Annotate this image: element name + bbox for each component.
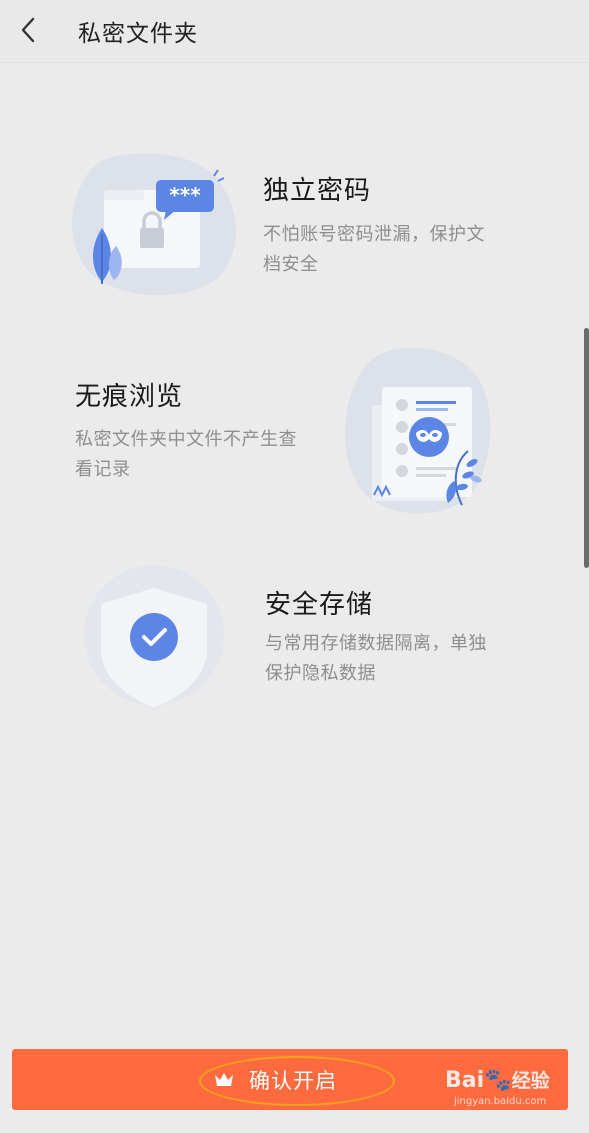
back-button[interactable] — [8, 10, 48, 50]
feature-title: 安全存储 — [265, 590, 374, 620]
page-title: 私密文件夹 — [78, 21, 198, 47]
watermark-brand-2: 经验 — [511, 1070, 550, 1092]
feature-title: 无痕浏览 — [75, 382, 184, 412]
app-header: 私密文件夹 — [0, 0, 589, 63]
baidu-watermark: Bai🐾经验 — [445, 1066, 550, 1093]
folder-lock-illustration: *** — [72, 153, 237, 296]
chevron-left-icon — [21, 17, 35, 43]
feature-description: 与常用存储数据隔离，单独保护隐私数据 — [265, 633, 487, 684]
confirm-label: 确认开启 — [249, 1068, 337, 1093]
paw-icon: 🐾 — [484, 1068, 512, 1093]
watermark-brand: Bai — [445, 1068, 485, 1093]
watermark-url: jingyan.baidu.com — [454, 1096, 547, 1107]
feature-description: 不怕账号密码泄漏，保护文档安全 — [263, 224, 485, 275]
svg-text:***: *** — [169, 183, 201, 207]
feature-title: 独立密码 — [263, 176, 372, 206]
crown-icon — [215, 1072, 233, 1086]
mask-document-illustration — [345, 347, 491, 514]
feature-description: 私密文件夹中文件不产生查看记录 — [75, 429, 297, 480]
shield-check-illustration — [84, 565, 224, 711]
scrollbar[interactable] — [584, 328, 589, 568]
